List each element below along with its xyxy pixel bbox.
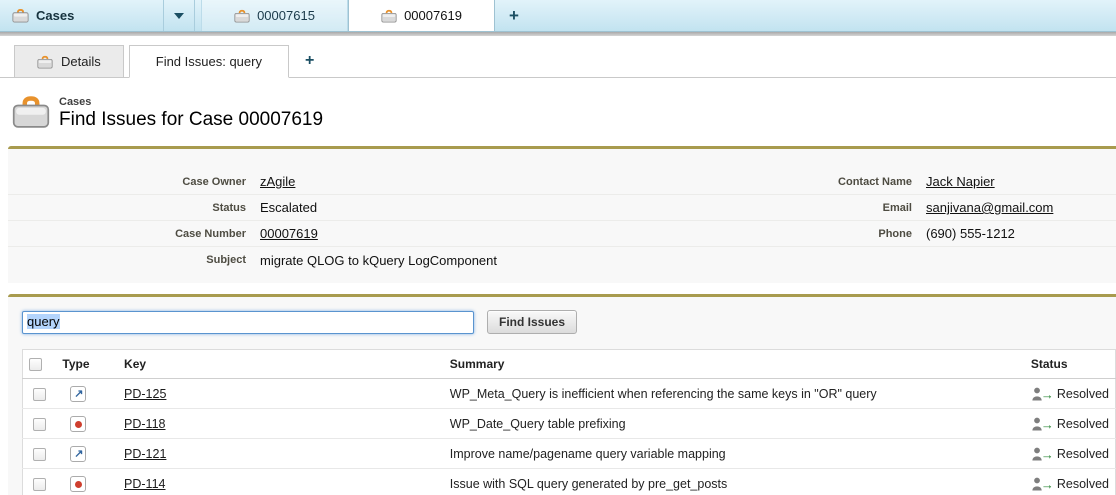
select-all-checkbox[interactable] xyxy=(29,358,42,371)
row-checkbox[interactable] xyxy=(33,478,46,491)
page-header: Cases Find Issues for Case 00007619 xyxy=(12,95,1116,131)
find-issues-button[interactable]: Find Issues xyxy=(487,310,577,334)
field-email: Email sanjivana@gmail.com xyxy=(562,195,1116,221)
issue-key-link[interactable]: PD-121 xyxy=(124,447,166,461)
issue-status: Resolved xyxy=(1057,417,1109,431)
col-header-summary: Summary xyxy=(444,350,1025,379)
case-number-link[interactable]: 00007619 xyxy=(260,226,318,241)
subtab-details-label: Details xyxy=(61,54,101,69)
field-label: Status xyxy=(8,202,260,214)
add-subtab-button[interactable]: + xyxy=(289,45,330,77)
find-issues-panel: query Find Issues Type Key Summary Statu… xyxy=(8,294,1116,495)
issue-summary: Improve name/pagename query variable map… xyxy=(444,439,1025,469)
phone-value: (690) 555-1212 xyxy=(926,226,1015,241)
col-header-type: Type xyxy=(56,350,118,379)
col-header-status: Status xyxy=(1025,350,1116,379)
issues-table: Type Key Summary Status PD-125 WP_Meta_Q… xyxy=(22,349,1116,495)
issue-type-improvement-icon xyxy=(70,386,86,402)
subject-value: migrate QLOG to kQuery LogComponent xyxy=(260,253,497,268)
case-icon xyxy=(12,8,29,23)
search-input-value: query xyxy=(27,314,60,329)
case-owner-link[interactable]: zAgile xyxy=(260,174,295,189)
tab-cases-label: Cases xyxy=(36,8,74,23)
issue-status: Resolved xyxy=(1057,477,1109,491)
issue-type-bug-icon xyxy=(70,416,86,432)
cases-tab-dropdown[interactable] xyxy=(164,0,195,31)
subtab-find-issues[interactable]: Find Issues: query xyxy=(129,45,289,78)
resolved-arrow-icon: → xyxy=(1041,447,1054,462)
plus-icon: + xyxy=(305,52,314,70)
table-row: PD-118 WP_Date_Query table prefixing → R… xyxy=(23,409,1116,439)
field-label: Subject xyxy=(8,254,260,266)
field-subject: Subject migrate QLOG to kQuery LogCompon… xyxy=(8,247,562,273)
field-contact-name: Contact Name Jack Napier xyxy=(562,169,1116,195)
subtab-find-issues-label: Find Issues: query xyxy=(156,54,262,69)
workspace-tabbar: Cases 00007615 00007619 + xyxy=(0,0,1116,32)
case-icon xyxy=(37,55,53,69)
table-row: PD-121 Improve name/pagename query varia… xyxy=(23,439,1116,469)
issue-summary: Issue with SQL query generated by pre_ge… xyxy=(444,469,1025,495)
issue-type-improvement-icon xyxy=(70,446,86,462)
contact-name-link[interactable]: Jack Napier xyxy=(926,174,995,189)
issue-key-link[interactable]: PD-118 xyxy=(124,417,165,431)
find-issues-search-input[interactable]: query xyxy=(22,311,474,334)
tab-case-00007619[interactable]: 00007619 xyxy=(348,0,495,31)
col-header-key: Key xyxy=(118,350,444,379)
issues-table-header-row: Type Key Summary Status xyxy=(23,350,1116,379)
status-value: Escalated xyxy=(260,200,317,215)
tab-cases[interactable]: Cases xyxy=(0,0,164,31)
case-icon xyxy=(381,9,397,23)
tab-case-00007615[interactable]: 00007615 xyxy=(201,0,348,31)
field-case-number: Case Number 00007619 xyxy=(8,221,562,247)
row-checkbox[interactable] xyxy=(33,418,46,431)
issue-type-bug-icon xyxy=(70,476,86,492)
field-label: Case Owner xyxy=(8,176,260,188)
case-icon xyxy=(234,9,250,23)
field-phone: Phone (690) 555-1212 xyxy=(562,221,1116,247)
add-workspace-tab-button[interactable]: + xyxy=(495,0,533,31)
field-status: Status Escalated xyxy=(8,195,562,221)
page-title: Find Issues for Case 00007619 xyxy=(59,109,323,131)
table-row: PD-125 WP_Meta_Query is inefficient when… xyxy=(23,379,1116,409)
tabbar-shadow-strip xyxy=(0,32,1116,36)
issue-key-link[interactable]: PD-125 xyxy=(124,387,166,401)
row-checkbox[interactable] xyxy=(33,388,46,401)
chevron-down-icon xyxy=(174,13,184,19)
resolved-arrow-icon: → xyxy=(1041,387,1054,402)
case-subtab-bar: Details Find Issues: query + xyxy=(0,45,1116,78)
resolved-arrow-icon: → xyxy=(1041,417,1054,432)
case-detail-panel: Case Owner zAgile Status Escalated Case … xyxy=(8,146,1116,283)
email-link[interactable]: sanjivana@gmail.com xyxy=(926,200,1053,215)
subtab-details[interactable]: Details xyxy=(14,45,124,77)
issue-summary: WP_Meta_Query is inefficient when refere… xyxy=(444,379,1025,409)
issue-key-link[interactable]: PD-114 xyxy=(124,477,165,491)
resolved-arrow-icon: → xyxy=(1041,477,1054,492)
page-eyebrow: Cases xyxy=(59,96,323,108)
field-label: Case Number xyxy=(8,228,260,240)
tab-case-label: 00007615 xyxy=(257,8,315,23)
field-label: Contact Name xyxy=(562,176,926,188)
field-label: Email xyxy=(562,202,926,214)
table-row: PD-114 Issue with SQL query generated by… xyxy=(23,469,1116,495)
issue-summary: WP_Date_Query table prefixing xyxy=(444,409,1025,439)
row-checkbox[interactable] xyxy=(33,448,46,461)
issue-status: Resolved xyxy=(1057,387,1109,401)
field-case-owner: Case Owner zAgile xyxy=(8,169,562,195)
field-label: Phone xyxy=(562,228,926,240)
cases-object-icon xyxy=(12,95,50,128)
tab-case-label: 00007619 xyxy=(404,8,462,23)
plus-icon: + xyxy=(509,6,519,26)
issue-status: Resolved xyxy=(1057,447,1109,461)
